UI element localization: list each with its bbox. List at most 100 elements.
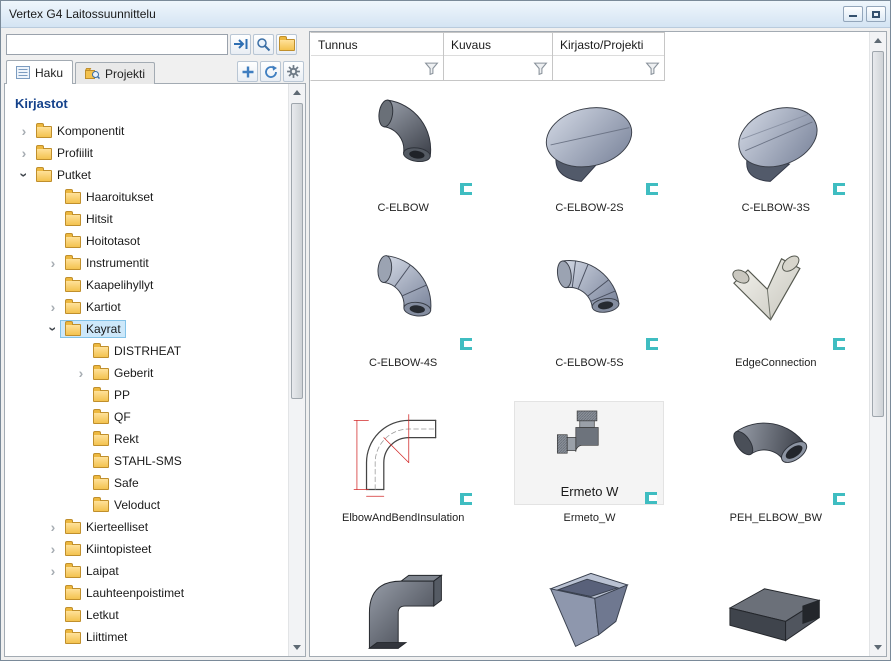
filter-funnel-icon[interactable] xyxy=(533,61,548,76)
tree-item-pp[interactable]: PP xyxy=(5,384,288,406)
chevron-right-icon[interactable] xyxy=(17,148,31,159)
tab-projekti-label: Projekti xyxy=(105,67,145,81)
folder-icon xyxy=(93,456,109,468)
search-submit-button[interactable] xyxy=(230,34,251,55)
catalog-item-thumbnail xyxy=(328,401,478,505)
catalog-item-row4-1[interactable] xyxy=(317,556,489,656)
column-header-kuvaus[interactable]: Kuvaus xyxy=(444,32,553,81)
tree-item-safe[interactable]: Safe xyxy=(5,472,288,494)
scroll-up-button[interactable] xyxy=(870,32,886,49)
part-preview-image xyxy=(345,560,461,656)
catalog-item-row4-3[interactable] xyxy=(690,556,862,656)
tree-item-kayrat[interactable]: Kayrat xyxy=(5,318,288,340)
part-preview-image xyxy=(718,250,834,346)
part-preview-image xyxy=(345,95,461,191)
catalog-item-row4-2[interactable] xyxy=(503,556,675,656)
tree-item-haaroitukset[interactable]: Haaroitukset xyxy=(5,186,288,208)
tree-item-veloduct[interactable]: Veloduct xyxy=(5,494,288,516)
chevron-right-icon[interactable] xyxy=(46,258,60,269)
arrow-up-icon xyxy=(293,90,301,95)
part-preview-image xyxy=(531,95,647,191)
tree-item-komponentit[interactable]: Komponentit xyxy=(5,120,288,142)
filter-row xyxy=(444,55,552,80)
tree-item-instrumentit[interactable]: Instrumentit xyxy=(5,252,288,274)
scroll-up-button[interactable] xyxy=(289,84,305,101)
search-input[interactable] xyxy=(6,34,228,55)
tree-item-profiilit[interactable]: Profiilit xyxy=(5,142,288,164)
scrollbar-thumb[interactable] xyxy=(872,51,884,417)
filter-funnel-icon[interactable] xyxy=(424,61,439,76)
catalog-item-label: Ermeto_W xyxy=(564,512,616,526)
scrollbar-track[interactable] xyxy=(870,49,886,639)
catalog-item-label: C-ELBOW-3S xyxy=(742,202,810,216)
folder-icon xyxy=(36,170,52,182)
tab-projekti[interactable]: Projekti xyxy=(75,62,155,84)
tree-item-hitsit[interactable]: Hitsit xyxy=(5,208,288,230)
refresh-button[interactable] xyxy=(260,61,281,82)
chevron-right-icon[interactable] xyxy=(46,302,60,313)
tree-item-laipat[interactable]: Laipat xyxy=(5,560,288,582)
catalog-item-ermeto-w[interactable]: Ermeto W Ermeto_W xyxy=(503,401,675,556)
catalog-item-peh-elbow-bw[interactable]: PEH_ELBOW_BW xyxy=(690,401,862,556)
chevron-right-icon[interactable] xyxy=(46,522,60,533)
tree-item-kierteelliset[interactable]: Kierteelliset xyxy=(5,516,288,538)
tree-item-putket[interactable]: Putket xyxy=(5,164,288,186)
scrollbar-thumb[interactable] xyxy=(291,103,303,399)
tree-item-qf[interactable]: QF xyxy=(5,406,288,428)
folder-icon xyxy=(93,368,109,380)
catalog-item-c-elbow[interactable]: C-ELBOW xyxy=(317,91,489,246)
catalog-item-c-elbow-5s[interactable]: C-ELBOW-5S xyxy=(503,246,675,401)
tree-item-letkut[interactable]: Letkut xyxy=(5,604,288,626)
part-preview-image xyxy=(718,95,834,191)
chevron-right-icon[interactable] xyxy=(46,566,60,577)
tree-item-lauhteenpoistimet[interactable]: Lauhteenpoistimet xyxy=(5,582,288,604)
tree-item-label: PP xyxy=(114,388,130,402)
column-header-kirjasto-projekti[interactable]: Kirjasto/Projekti xyxy=(553,32,665,81)
folder-icon xyxy=(65,192,81,204)
scroll-down-button[interactable] xyxy=(289,639,305,656)
catalog-item-thumbnail xyxy=(328,556,478,656)
tree-item-distrheat[interactable]: DISTRHEAT xyxy=(5,340,288,362)
tree-item-kartiot[interactable]: Kartiot xyxy=(5,296,288,318)
catalog-item-elbowandbendinsulation[interactable]: ElbowAndBendInsulation xyxy=(317,401,489,556)
scrollbar-track[interactable] xyxy=(289,101,305,639)
open-library-button[interactable] xyxy=(276,34,297,55)
part-preview-image xyxy=(531,560,647,656)
grid-scrollbar[interactable] xyxy=(869,32,886,656)
component-badge-icon xyxy=(831,336,847,352)
catalog-item-c-elbow-2s[interactable]: C-ELBOW-2S xyxy=(503,91,675,246)
add-button[interactable] xyxy=(237,61,258,82)
tree-item-kiintopisteet[interactable]: Kiintopisteet xyxy=(5,538,288,560)
folder-icon xyxy=(65,214,81,226)
search-button[interactable] xyxy=(253,34,274,55)
tree-item-geberit[interactable]: Geberit xyxy=(5,362,288,384)
chevron-right-icon[interactable] xyxy=(46,544,60,555)
chevron-down-icon[interactable] xyxy=(46,324,60,335)
part-preview-image xyxy=(718,405,834,501)
settings-button[interactable] xyxy=(283,61,304,82)
folder-search-icon xyxy=(85,67,100,80)
component-badge-icon xyxy=(458,181,474,197)
tree-item-label: DISTRHEAT xyxy=(114,344,181,358)
chevron-down-icon[interactable] xyxy=(17,170,31,181)
catalog-item-edgeconnection[interactable]: EdgeConnection xyxy=(690,246,862,401)
maximize-button[interactable] xyxy=(866,6,886,22)
tree-item-liittimet[interactable]: Liittimet xyxy=(5,626,288,648)
selected-tree-node[interactable]: Kayrat xyxy=(60,320,126,338)
catalog-item-c-elbow-4s[interactable]: C-ELBOW-4S xyxy=(317,246,489,401)
tree-item-kaapelihyllyt[interactable]: Kaapelihyllyt xyxy=(5,274,288,296)
tree-item-rekt[interactable]: Rekt xyxy=(5,428,288,450)
tab-haku[interactable]: Haku xyxy=(6,60,73,84)
chevron-right-icon[interactable] xyxy=(74,368,88,379)
tree-item-stahl-sms[interactable]: STAHL-SMS xyxy=(5,450,288,472)
catalog-item-c-elbow-3s[interactable]: C-ELBOW-3S xyxy=(690,91,862,246)
tree-item-hoitotasot[interactable]: Hoitotasot xyxy=(5,230,288,252)
minimize-button[interactable] xyxy=(843,6,863,22)
filter-funnel-icon[interactable] xyxy=(645,61,660,76)
folder-icon xyxy=(65,544,81,556)
column-header-tunnus[interactable]: Tunnus xyxy=(310,32,444,81)
tree-item-label: Laipat xyxy=(86,564,119,578)
chevron-right-icon[interactable] xyxy=(17,126,31,137)
scroll-down-button[interactable] xyxy=(870,639,886,656)
tree-scrollbar[interactable] xyxy=(288,84,305,656)
